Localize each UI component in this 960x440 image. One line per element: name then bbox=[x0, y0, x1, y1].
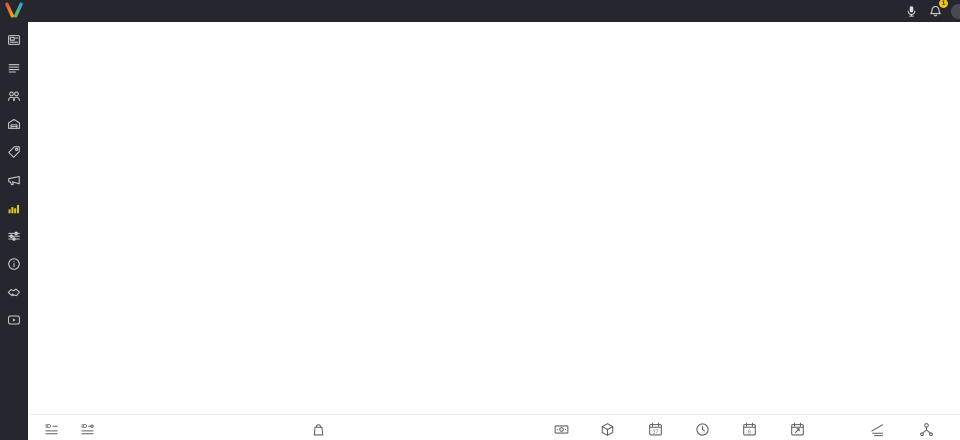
info-icon bbox=[7, 257, 21, 271]
id-list-icon[interactable]: ID bbox=[44, 422, 59, 437]
bottom-toolbar: ID ID 17 6 bbox=[28, 414, 960, 440]
sidebar-item-promo[interactable] bbox=[0, 138, 28, 166]
sidebar-item-analytics[interactable] bbox=[0, 194, 28, 222]
affiliate-icon[interactable] bbox=[919, 422, 934, 437]
svg-text:ID: ID bbox=[81, 424, 87, 430]
sidebar-item-video[interactable] bbox=[0, 306, 28, 334]
panel-cards-icon bbox=[7, 33, 21, 47]
clients-icon bbox=[7, 89, 21, 103]
svg-text:ID: ID bbox=[45, 424, 51, 430]
clock-icon[interactable] bbox=[695, 422, 710, 437]
screen: 1 Всі ▼ Всі ▼ Розширений ▼ 6 Відправлене… bbox=[0, 0, 960, 440]
topbar bbox=[0, 0, 960, 22]
bag-icon[interactable] bbox=[311, 422, 326, 437]
notification-badge: 1 bbox=[939, 0, 948, 8]
mic-icon[interactable] bbox=[903, 3, 919, 19]
sidebar-item-partners[interactable] bbox=[0, 278, 28, 306]
sidebar-item-orders[interactable] bbox=[0, 54, 28, 82]
analytics-chart-icon bbox=[7, 201, 21, 215]
promo-tag-icon bbox=[7, 145, 21, 159]
sidebar-item-cards[interactable] bbox=[0, 26, 28, 54]
sidebar-item-clients[interactable] bbox=[0, 82, 28, 110]
calendar-17-icon[interactable]: 17 bbox=[648, 422, 663, 437]
id-link-icon[interactable]: ID bbox=[80, 422, 95, 437]
sliders-icon bbox=[7, 229, 21, 243]
svg-text:6: 6 bbox=[748, 430, 751, 436]
video-play-icon bbox=[7, 313, 21, 327]
sidebar-item-warehouse[interactable] bbox=[0, 110, 28, 138]
orders-list-icon bbox=[7, 61, 21, 75]
avatar[interactable] bbox=[951, 4, 960, 19]
margin-report-icon[interactable] bbox=[870, 422, 885, 437]
topbar-actions: 1 bbox=[903, 0, 958, 22]
sidebar-item-info[interactable] bbox=[0, 250, 28, 278]
content-area bbox=[28, 22, 960, 440]
notifications-bell-icon[interactable]: 1 bbox=[927, 3, 943, 19]
sidebar-item-marketing[interactable] bbox=[0, 166, 28, 194]
svg-text:17: 17 bbox=[653, 430, 659, 436]
calendar-export-icon[interactable] bbox=[790, 422, 805, 437]
handshake-icon bbox=[7, 285, 21, 299]
app-logo-icon[interactable] bbox=[4, 2, 24, 24]
warehouse-icon bbox=[7, 117, 21, 131]
calendar-6-icon[interactable]: 6 bbox=[742, 422, 757, 437]
megaphone-icon bbox=[7, 173, 21, 187]
sidebar-nav bbox=[0, 26, 28, 334]
package-icon[interactable] bbox=[600, 422, 615, 437]
sidebar-item-settings[interactable] bbox=[0, 222, 28, 250]
money-icon[interactable] bbox=[554, 422, 569, 437]
